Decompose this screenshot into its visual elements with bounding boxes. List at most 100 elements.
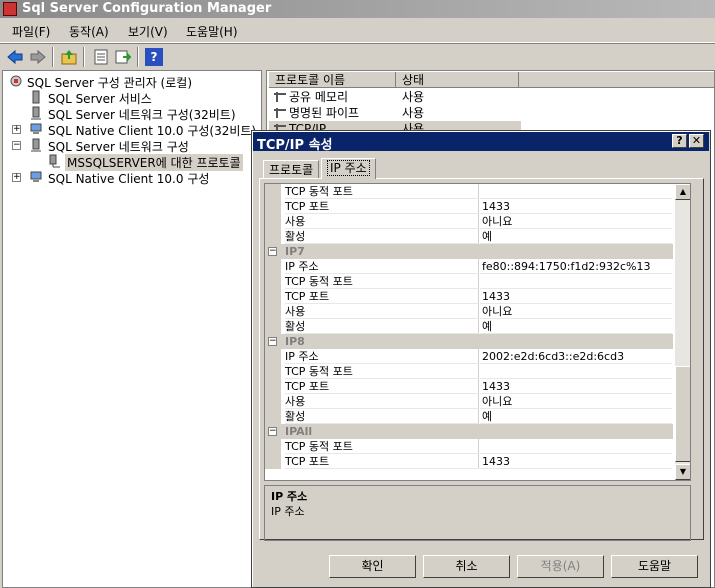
row-gutter bbox=[265, 439, 281, 454]
tree-root[interactable]: SQL Server 구성 관리자 (로컬) bbox=[27, 74, 192, 91]
tree-item-network-config-32[interactable]: SQL Server 네트워크 구성(32비트) bbox=[48, 106, 236, 123]
property-category[interactable]: − IP7 bbox=[265, 244, 673, 259]
menu-file[interactable]: 파일(F) bbox=[12, 23, 50, 40]
help-question-icon[interactable]: ? bbox=[672, 134, 687, 148]
row-gutter bbox=[265, 229, 281, 244]
back-arrow-icon[interactable] bbox=[6, 48, 24, 66]
property-value[interactable]: 아니요 bbox=[480, 304, 672, 319]
row-gutter bbox=[265, 364, 281, 379]
list-row[interactable]: 명명된 파이프 사용 bbox=[269, 105, 709, 121]
menu-view[interactable]: 보기(V) bbox=[128, 23, 168, 40]
forward-arrow-icon[interactable] bbox=[29, 48, 47, 66]
properties-icon[interactable] bbox=[92, 48, 110, 66]
property-grid: TCP 동적 포트 TCP 포트 1433 사용 아니요 활성 예 − IP7 IP 주소 fe80… bbox=[264, 183, 691, 481]
property-value[interactable] bbox=[480, 364, 672, 379]
tree-item-network-config[interactable]: SQL Server 네트워크 구성 bbox=[48, 138, 189, 155]
cancel-button[interactable]: 취소 bbox=[423, 555, 510, 578]
row-gutter bbox=[265, 289, 281, 304]
apply-button[interactable]: 적용(A) bbox=[517, 555, 604, 578]
property-value[interactable] bbox=[480, 274, 672, 289]
network-config-icon bbox=[29, 138, 43, 152]
scroll-up-icon[interactable]: ▲ bbox=[675, 184, 690, 200]
property-row[interactable]: 활성 예 bbox=[265, 229, 673, 244]
collapse-minus-icon[interactable]: − bbox=[268, 337, 277, 346]
property-row[interactable]: TCP 포트 1433 bbox=[265, 379, 673, 394]
tab-ip-address[interactable]: IP 주소 bbox=[321, 158, 376, 179]
property-name: TCP 동적 포트 bbox=[285, 364, 479, 379]
expand-plus-icon[interactable]: + bbox=[12, 173, 21, 182]
property-row[interactable]: TCP 동적 포트 bbox=[265, 184, 673, 199]
dialog-title-bar: TCP/IP 속성 ? ✕ bbox=[253, 132, 709, 153]
property-row[interactable]: 활성 예 bbox=[265, 409, 673, 424]
property-name: 활성 bbox=[285, 319, 479, 334]
close-icon[interactable]: ✕ bbox=[689, 134, 704, 148]
property-row[interactable]: TCP 동적 포트 bbox=[265, 274, 673, 289]
property-value[interactable]: 1433 bbox=[480, 289, 672, 304]
property-value[interactable] bbox=[480, 439, 672, 454]
collapse-minus-icon[interactable]: − bbox=[12, 141, 21, 150]
property-row[interactable]: IP 주소 2002:e2d:6cd3::e2d:6cd3 bbox=[265, 349, 673, 364]
export-list-icon[interactable] bbox=[114, 48, 132, 66]
property-value[interactable]: 예 bbox=[480, 409, 672, 424]
property-value[interactable]: 1433 bbox=[480, 454, 672, 469]
tab-protocol[interactable]: 프로토콜 bbox=[263, 160, 320, 178]
property-name: 사용 bbox=[285, 394, 479, 409]
property-category[interactable]: − IPAll bbox=[265, 424, 673, 439]
scroll-down-icon[interactable]: ▼ bbox=[675, 464, 690, 480]
property-row[interactable]: 사용 아니요 bbox=[265, 394, 673, 409]
property-row[interactable]: TCP 포트 1433 bbox=[265, 454, 673, 469]
property-name: TCP 동적 포트 bbox=[285, 439, 479, 454]
property-value[interactable]: 1433 bbox=[480, 199, 672, 214]
help-icon[interactable]: ? bbox=[145, 48, 163, 66]
help-button[interactable]: 도움말 bbox=[611, 555, 698, 578]
vertical-scrollbar[interactable]: ▲ ▼ bbox=[675, 184, 690, 480]
property-value[interactable]: 예 bbox=[480, 319, 672, 334]
row-gutter bbox=[265, 319, 281, 334]
property-name: TCP 포트 bbox=[285, 379, 479, 394]
protocol-status: 사용 bbox=[402, 90, 425, 104]
property-row[interactable]: TCP 동적 포트 bbox=[265, 439, 673, 454]
expand-plus-icon[interactable]: + bbox=[12, 125, 21, 134]
category-label: IP7 bbox=[285, 245, 305, 258]
tree-item-mssqlserver-protocols[interactable]: MSSQLSERVER에 대한 프로토콜 bbox=[65, 154, 243, 171]
scroll-thumb[interactable] bbox=[675, 366, 690, 462]
list-row[interactable]: 공유 메모리 사용 bbox=[269, 89, 709, 105]
property-row[interactable]: TCP 포트 1433 bbox=[265, 289, 673, 304]
property-value[interactable]: 1433 bbox=[480, 379, 672, 394]
app-icon bbox=[3, 2, 17, 16]
tree-pane: SQL Server 구성 관리자 (로컬) SQL Server 서비스 SQ… bbox=[2, 70, 262, 588]
category-label: IPAll bbox=[285, 425, 313, 438]
row-gutter bbox=[265, 394, 281, 409]
property-row[interactable]: IP 주소 fe80::894:1750:f1d2:932c%13 bbox=[265, 259, 673, 274]
property-name: IP 주소 bbox=[285, 349, 479, 364]
property-name: TCP 포트 bbox=[285, 289, 479, 304]
property-row[interactable]: 활성 예 bbox=[265, 319, 673, 334]
collapse-minus-icon[interactable]: − bbox=[268, 247, 277, 256]
property-value[interactable]: 2002:e2d:6cd3::e2d:6cd3 bbox=[480, 349, 672, 364]
property-row[interactable]: TCP 포트 1433 bbox=[265, 199, 673, 214]
row-gutter bbox=[265, 454, 281, 469]
ok-button[interactable]: 확인 bbox=[329, 555, 416, 578]
property-value[interactable]: 예 bbox=[480, 229, 672, 244]
tree-item-sql-server-services[interactable]: SQL Server 서비스 bbox=[48, 90, 152, 107]
property-value[interactable]: 아니요 bbox=[480, 214, 672, 229]
property-row[interactable]: TCP 동적 포트 bbox=[265, 364, 673, 379]
menu-help[interactable]: 도움말(H) bbox=[186, 23, 238, 40]
collapse-minus-icon[interactable]: − bbox=[268, 427, 277, 436]
menu-action[interactable]: 동작(A) bbox=[69, 23, 109, 40]
server-icon bbox=[29, 90, 43, 104]
property-value[interactable]: fe80::894:1750:f1d2:932c%13 bbox=[480, 259, 672, 274]
property-row[interactable]: 사용 아니요 bbox=[265, 304, 673, 319]
property-value[interactable] bbox=[480, 184, 672, 199]
column-header-status[interactable]: 상태 bbox=[396, 72, 519, 88]
description-title: IP 주소 bbox=[271, 490, 308, 503]
property-category[interactable]: − IP8 bbox=[265, 334, 673, 349]
property-row[interactable]: 사용 아니요 bbox=[265, 214, 673, 229]
column-header-blank bbox=[519, 72, 714, 88]
column-header-protocol-name[interactable]: 프로토콜 이름 bbox=[269, 72, 396, 88]
property-value[interactable]: 아니요 bbox=[480, 394, 672, 409]
property-name: TCP 동적 포트 bbox=[285, 184, 479, 199]
up-folder-icon[interactable] bbox=[60, 48, 78, 66]
tree-item-native-client-32[interactable]: SQL Native Client 10.0 구성(32비트) bbox=[48, 122, 256, 139]
tree-item-native-client[interactable]: SQL Native Client 10.0 구성 bbox=[48, 170, 209, 187]
